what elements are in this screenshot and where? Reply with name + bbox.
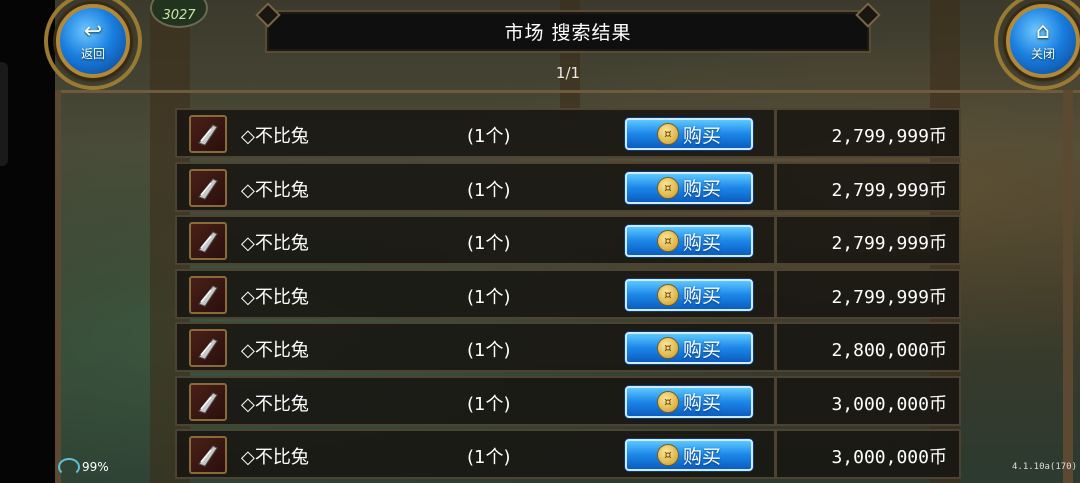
column-divider	[774, 268, 777, 319]
column-divider	[774, 108, 777, 158]
listing-row[interactable]: ◇不比兔 (1个) ¤ 购买 2,799,999币	[175, 215, 961, 265]
device-bezel	[0, 0, 55, 483]
buy-button[interactable]: ¤ 购买	[625, 171, 753, 204]
item-name: ◇不比兔	[241, 233, 309, 254]
item-price: 2,800,000币	[831, 340, 947, 361]
item-price: 3,000,000币	[831, 393, 947, 415]
buy-button[interactable]: ¤ 购买	[625, 225, 753, 257]
back-button[interactable]: ↩ 返回	[56, 4, 130, 78]
coin-icon: ¤	[656, 176, 679, 199]
buy-button-label: 购买	[682, 231, 721, 254]
item-price: 2,799,999币	[831, 126, 947, 147]
item-quantity: (1个)	[467, 340, 511, 361]
panel-frame-left	[55, 90, 61, 483]
buy-button-label: 购买	[682, 178, 721, 200]
battery-indicator: 99%	[58, 458, 109, 476]
item-quantity: (1个)	[467, 286, 511, 308]
dagger-icon[interactable]	[189, 275, 227, 314]
close-button[interactable]: ⌂ 关闭	[1006, 4, 1080, 78]
dagger-icon[interactable]	[189, 382, 227, 421]
item-name: ◇不比兔	[241, 340, 309, 361]
column-divider	[774, 322, 777, 372]
item-quantity: (1个)	[467, 233, 511, 254]
buy-button[interactable]: ¤ 购买	[625, 278, 753, 311]
listing-row[interactable]: ◇不比兔 (1个) ¤ 购买 3,000,000币	[175, 375, 961, 426]
buy-button[interactable]: ¤ 购买	[625, 385, 753, 418]
item-price: 2,799,999币	[831, 286, 947, 308]
buy-button[interactable]: ¤ 购买	[625, 118, 753, 150]
coin-icon: ¤	[656, 444, 679, 466]
item-name: ◇不比兔	[241, 447, 309, 468]
counter-text: 3027	[162, 8, 196, 23]
item-name: ◇不比兔	[241, 393, 309, 415]
item-quantity: (1个)	[467, 179, 511, 201]
dagger-icon[interactable]	[189, 436, 227, 474]
column-divider	[774, 375, 777, 426]
item-name: ◇不比兔	[241, 286, 309, 308]
battery-icon	[58, 458, 80, 476]
close-button-label: 关闭	[1030, 46, 1055, 61]
panel-frame-right[interactable]	[1063, 90, 1073, 483]
dagger-icon[interactable]	[189, 115, 227, 153]
buy-button-label: 购买	[682, 124, 721, 147]
back-button-label: 返回	[80, 46, 105, 61]
buy-button-label: 购买	[682, 338, 721, 361]
coin-icon: ¤	[656, 283, 679, 306]
version-label: 4.1.10a(170)	[1012, 462, 1078, 472]
device-side-button	[0, 62, 8, 166]
item-price: 2,799,999币	[831, 179, 947, 201]
buy-button[interactable]: ¤ 购买	[625, 332, 753, 364]
title-bar: 市场 搜索结果	[265, 10, 871, 53]
page-indicator: 1/1	[555, 64, 581, 82]
listing-row[interactable]: ◇不比兔 (1个) ¤ 购买 2,800,000币	[175, 322, 961, 372]
buy-button-label: 购买	[682, 285, 721, 307]
dagger-icon[interactable]	[189, 222, 227, 260]
listing-row[interactable]: ◇不比兔 (1个) ¤ 购买 2,799,999币	[175, 161, 961, 212]
listing-row[interactable]: ◇不比兔 (1个) ¤ 购买 3,000,000币	[175, 429, 961, 479]
item-quantity: (1个)	[467, 126, 511, 147]
item-name: ◇不比兔	[241, 179, 309, 201]
item-name: ◇不比兔	[241, 126, 309, 147]
item-price: 2,799,999币	[831, 233, 947, 254]
item-price: 3,000,000币	[831, 447, 947, 468]
item-quantity: (1个)	[467, 447, 511, 468]
coin-icon: ¤	[656, 337, 679, 359]
buy-button[interactable]: ¤ 购买	[625, 439, 753, 471]
battery-text: 99%	[82, 460, 109, 474]
buy-button-label: 购买	[682, 392, 721, 414]
listing-row[interactable]: ◇不比兔 (1个) ¤ 购买 2,799,999币	[175, 268, 961, 319]
coin-icon: ¤	[656, 390, 679, 413]
back-arrow-icon: ↩	[83, 18, 103, 44]
column-divider	[774, 429, 777, 479]
coin-icon: ¤	[656, 123, 679, 145]
column-divider	[774, 161, 777, 212]
home-icon: ⌂	[1036, 18, 1050, 44]
listing-row[interactable]: ◇不比兔 (1个) ¤ 购买 2,799,999币	[175, 108, 961, 158]
buy-button-label: 购买	[682, 445, 721, 468]
page-title: 市场 搜索结果	[504, 22, 632, 44]
dagger-icon[interactable]	[189, 329, 227, 367]
column-divider	[774, 215, 777, 265]
item-quantity: (1个)	[467, 393, 511, 415]
coin-icon: ¤	[656, 230, 679, 252]
dagger-icon[interactable]	[189, 168, 227, 207]
